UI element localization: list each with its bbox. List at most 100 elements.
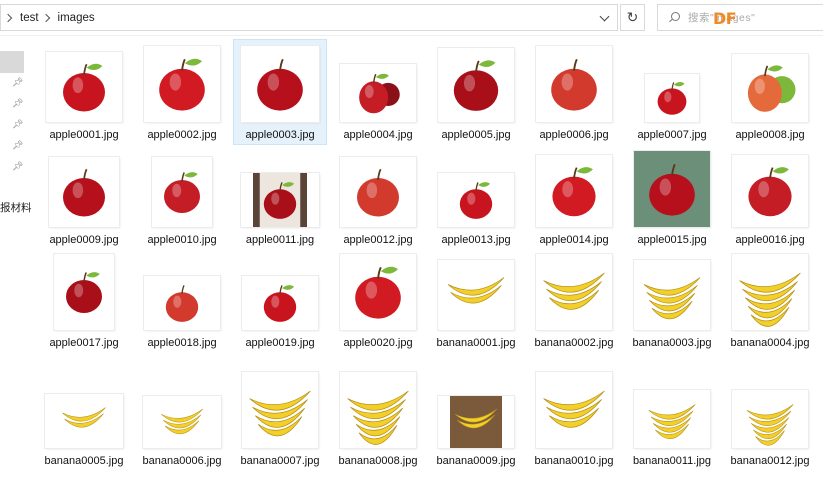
search-icon (668, 11, 680, 24)
banana-thumbnail (732, 390, 808, 448)
file-name-label: banana0011.jpg (632, 455, 712, 467)
apple-thumbnail (144, 46, 220, 122)
file-item[interactable]: apple0018.jpg (136, 248, 228, 352)
apple-thumbnail (241, 46, 319, 122)
address-dropdown-icon[interactable] (599, 12, 611, 24)
top-bar: test images ↻ 搜索"images" DF (0, 0, 823, 36)
banana-thumbnail (634, 390, 710, 448)
apple-thumbnail (54, 254, 114, 330)
file-item[interactable]: banana0010.jpg (528, 366, 620, 474)
file-item[interactable]: banana0005.jpg (38, 366, 130, 474)
file-name-label: banana0003.jpg (632, 337, 712, 349)
banana-thumbnail (732, 254, 808, 330)
banana-thumbnail (143, 396, 221, 448)
file-item[interactable]: apple0017.jpg (38, 248, 130, 352)
file-item[interactable]: apple0009.jpg (38, 145, 130, 249)
file-item[interactable]: apple0003.jpg (233, 39, 327, 145)
file-name-label: apple0011.jpg (245, 234, 315, 246)
nav-selected-item[interactable] (0, 51, 24, 73)
banana-thumbnail (536, 254, 612, 330)
apple-thumbnail (732, 54, 808, 122)
file-name-label: banana0001.jpg (436, 337, 516, 349)
banana-thumbnail (45, 394, 123, 448)
apple-thumbnail (152, 157, 212, 227)
file-name-label: apple0012.jpg (343, 234, 413, 246)
file-item[interactable]: apple0013.jpg (430, 145, 522, 249)
search-box[interactable]: 搜索"images" (657, 4, 823, 31)
file-item[interactable]: apple0011.jpg (234, 145, 326, 249)
file-name-label: apple0018.jpg (147, 337, 217, 349)
file-item[interactable]: banana0002.jpg (528, 248, 620, 352)
pin-icon: 📌︎ (12, 161, 24, 171)
pin-icon: 📌︎ (12, 98, 24, 108)
file-item[interactable]: apple0007.jpg (626, 40, 718, 144)
file-item[interactable]: banana0003.jpg (626, 248, 718, 352)
apple-thumbnail (340, 254, 416, 330)
refresh-icon: ↻ (626, 9, 639, 25)
file-name-label: apple0016.jpg (735, 234, 805, 246)
file-name-label: apple0002.jpg (147, 129, 217, 141)
file-item[interactable]: apple0006.jpg (528, 40, 620, 144)
refresh-button[interactable]: ↻ (620, 4, 645, 31)
pin-icon: 📌︎ (12, 140, 24, 150)
pin-icon: 📌︎ (12, 77, 24, 87)
nav-item-label[interactable]: 报材料 (0, 200, 32, 215)
address-bar[interactable]: test images (0, 4, 618, 31)
file-name-label: apple0003.jpg (245, 129, 315, 141)
apple-thumbnail (438, 48, 514, 122)
file-item[interactable]: apple0008.jpg (724, 40, 816, 144)
apple-thumbnail (536, 46, 612, 122)
file-name-label: apple0006.jpg (539, 129, 609, 141)
apple-thumbnail (242, 276, 318, 330)
file-name-label: apple0019.jpg (245, 337, 315, 349)
file-item[interactable]: apple0010.jpg (136, 145, 228, 249)
file-name-label: banana0006.jpg (142, 455, 222, 467)
file-name-label: banana0009.jpg (436, 455, 516, 467)
file-name-label: banana0012.jpg (730, 455, 810, 467)
banana-thumbnail (634, 260, 710, 330)
file-item[interactable]: banana0009.jpg (430, 366, 522, 474)
apple-thumbnail (49, 157, 119, 227)
file-item[interactable]: apple0012.jpg (332, 145, 424, 249)
file-item[interactable]: banana0001.jpg (430, 248, 522, 352)
file-name-label: apple0004.jpg (343, 129, 413, 141)
breadcrumb-item-images[interactable]: images (58, 12, 95, 24)
breadcrumb-item-test[interactable]: test (20, 12, 39, 24)
apple-thumbnail (438, 173, 514, 227)
apple-thumbnail (340, 64, 416, 122)
file-item[interactable]: banana0011.jpg (626, 366, 718, 474)
file-item[interactable]: apple0019.jpg (234, 248, 326, 352)
chevron-right-icon[interactable] (3, 13, 13, 22)
file-item[interactable]: apple0014.jpg (528, 145, 620, 249)
file-name-label: banana0004.jpg (730, 337, 810, 349)
apple-thumbnail (144, 276, 220, 330)
file-grid: apple0001.jpg apple0002.jpg apple0003.jpg a… (38, 38, 823, 495)
file-name-label: apple0008.jpg (735, 129, 805, 141)
apple-thumbnail (645, 74, 699, 122)
banana-thumbnail (438, 396, 514, 448)
file-item[interactable]: apple0016.jpg (724, 145, 816, 249)
chevron-right-icon[interactable] (41, 13, 50, 22)
file-item[interactable]: apple0015.jpg (626, 145, 718, 249)
file-item[interactable]: apple0004.jpg (332, 40, 424, 144)
file-name-label: apple0007.jpg (637, 129, 707, 141)
file-item[interactable]: apple0002.jpg (136, 40, 228, 144)
navigation-pane: 📌︎ 📌︎ 📌︎ 📌︎ 📌︎ 报材料 (0, 37, 32, 495)
file-name-label: apple0009.jpg (49, 234, 119, 246)
file-name-label: apple0001.jpg (49, 129, 119, 141)
file-item[interactable]: apple0001.jpg (38, 40, 130, 144)
file-item[interactable]: banana0006.jpg (136, 366, 228, 474)
file-name-label: banana0007.jpg (240, 455, 320, 467)
file-item[interactable]: banana0008.jpg (332, 366, 424, 474)
file-name-label: banana0002.jpg (534, 337, 614, 349)
file-name-label: apple0010.jpg (147, 234, 217, 246)
file-item[interactable]: apple0005.jpg (430, 40, 522, 144)
banana-thumbnail (438, 260, 514, 330)
banana-thumbnail (340, 372, 416, 448)
file-item[interactable]: banana0004.jpg (724, 248, 816, 352)
banana-thumbnail (536, 372, 612, 448)
file-name-label: apple0005.jpg (441, 129, 511, 141)
file-item[interactable]: apple0020.jpg (332, 248, 424, 352)
file-item[interactable]: banana0007.jpg (234, 366, 326, 474)
file-item[interactable]: banana0012.jpg (724, 366, 816, 474)
